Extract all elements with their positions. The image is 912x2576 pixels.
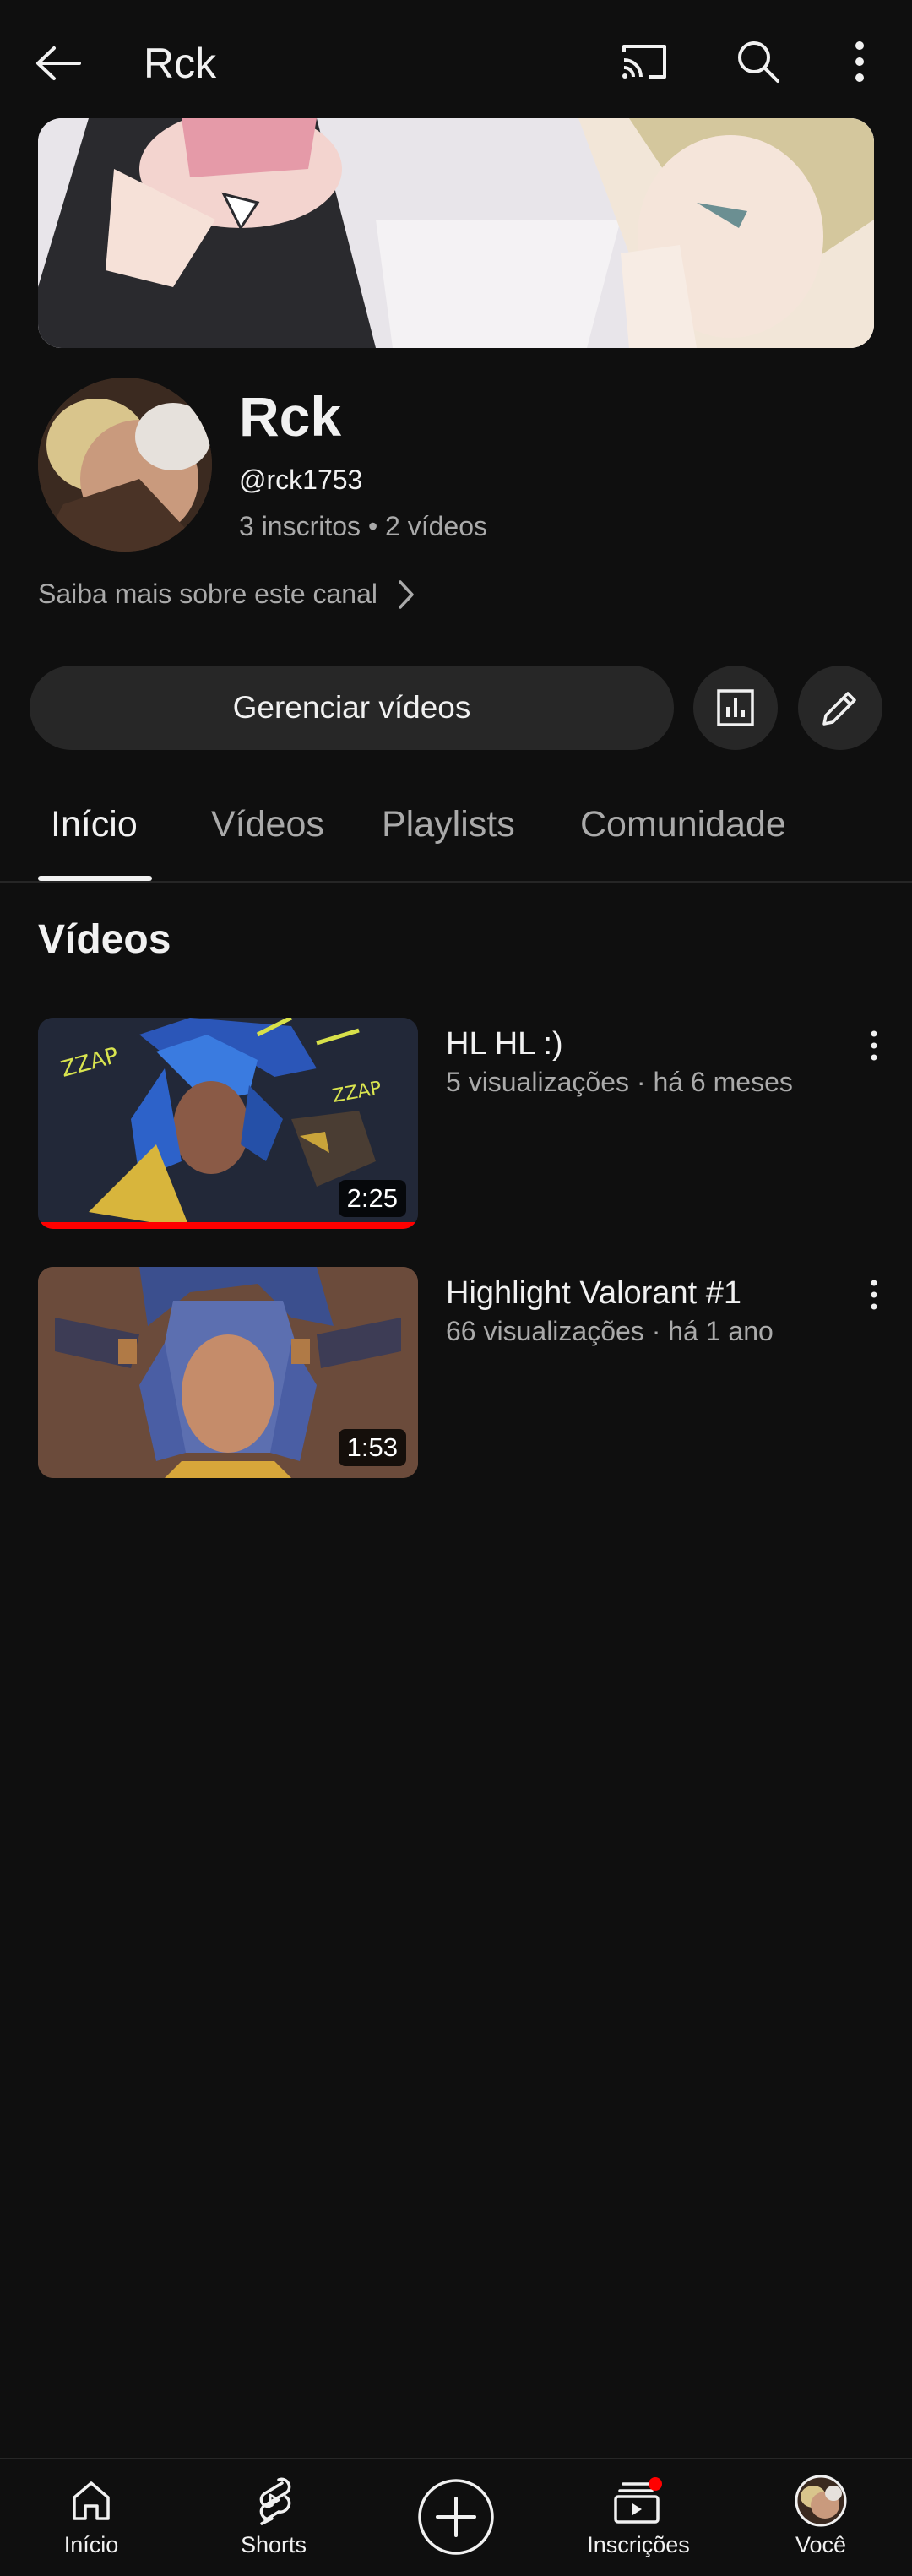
shorts-icon xyxy=(259,2477,291,2525)
watch-progress-bar xyxy=(38,1222,418,1229)
back-arrow-icon xyxy=(36,46,81,80)
video-thumbnail[interactable]: ZZAP ZZAP 2:25 xyxy=(38,1018,418,1229)
analytics-button[interactable] xyxy=(693,666,778,750)
edit-pencil-icon xyxy=(822,692,856,726)
nav-shorts-label: Shorts xyxy=(240,2532,307,2557)
tab-comunidade[interactable]: Comunidade xyxy=(580,804,786,845)
channel-stats: 3 inscritos • 2 vídeos xyxy=(239,511,487,541)
nav-home[interactable]: Início xyxy=(24,2459,159,2576)
edit-channel-button[interactable] xyxy=(798,666,882,750)
more-vert-icon xyxy=(871,1280,877,1310)
channel-avatar[interactable] xyxy=(38,378,212,552)
video-menu-button[interactable] xyxy=(857,1274,891,1316)
nav-subscriptions-label: Inscrições xyxy=(587,2532,690,2557)
chevron-right-icon xyxy=(399,579,414,609)
manage-videos-button[interactable]: Gerenciar vídeos xyxy=(30,666,674,750)
about-channel-link[interactable]: Saiba mais sobre este canal xyxy=(38,579,415,610)
top-app-bar: Rck xyxy=(0,0,912,118)
nav-you[interactable]: Você xyxy=(753,2459,888,2576)
channel-tabs: Início Vídeos Playlists Comunidade xyxy=(0,785,912,883)
video-duration: 1:53 xyxy=(338,1429,406,1466)
tab-inicio[interactable]: Início xyxy=(51,804,138,845)
video-menu-button[interactable] xyxy=(857,1024,891,1067)
tab-playlists[interactable]: Playlists xyxy=(382,804,515,845)
channel-banner xyxy=(38,118,874,348)
channel-name: Rck xyxy=(239,385,342,448)
search-button[interactable] xyxy=(729,32,788,91)
analytics-icon xyxy=(717,689,754,726)
section-title: Vídeos xyxy=(38,917,171,962)
home-icon xyxy=(73,2481,110,2520)
video-meta: 5 visualizações · há 6 meses xyxy=(446,1067,793,1097)
subscriptions-icon xyxy=(614,2477,662,2524)
page-title: Rck xyxy=(144,40,217,87)
nav-shorts[interactable]: Shorts xyxy=(206,2459,341,2576)
tab-videos[interactable]: Vídeos xyxy=(211,804,324,845)
video-meta: 66 visualizações · há 1 ano xyxy=(446,1316,774,1346)
nav-subscriptions[interactable]: Inscrições xyxy=(571,2459,706,2576)
bottom-navigation: Início Shorts Inscrições Você xyxy=(0,2458,912,2576)
nav-home-label: Início xyxy=(63,2532,119,2557)
nav-create[interactable] xyxy=(388,2459,524,2576)
video-duration: 2:25 xyxy=(338,1180,406,1217)
active-tab-indicator xyxy=(38,876,152,881)
back-button[interactable] xyxy=(34,34,101,93)
avatar-icon xyxy=(795,2475,847,2527)
create-plus-icon xyxy=(418,2479,494,2555)
video-title[interactable]: HL HL :) xyxy=(446,1026,563,1062)
about-channel-label: Saiba mais sobre este canal xyxy=(38,579,377,609)
cast-button[interactable] xyxy=(615,32,674,91)
nav-you-label: Você xyxy=(795,2532,847,2557)
video-thumbnail[interactable]: 1:53 xyxy=(38,1267,418,1478)
more-options-button[interactable] xyxy=(830,32,889,91)
video-item[interactable]: ZZAP ZZAP 2:25 HL HL :) 5 visualizações … xyxy=(38,1018,882,1229)
more-vert-icon xyxy=(871,1030,877,1061)
notification-dot xyxy=(649,2477,662,2491)
search-icon xyxy=(738,41,779,83)
more-vert-icon xyxy=(855,41,864,82)
video-title[interactable]: Highlight Valorant #1 xyxy=(446,1275,741,1312)
cast-icon xyxy=(622,45,666,79)
channel-handle: @rck1753 xyxy=(239,465,363,495)
video-item[interactable]: 1:53 Highlight Valorant #1 66 visualizaç… xyxy=(38,1267,882,1478)
